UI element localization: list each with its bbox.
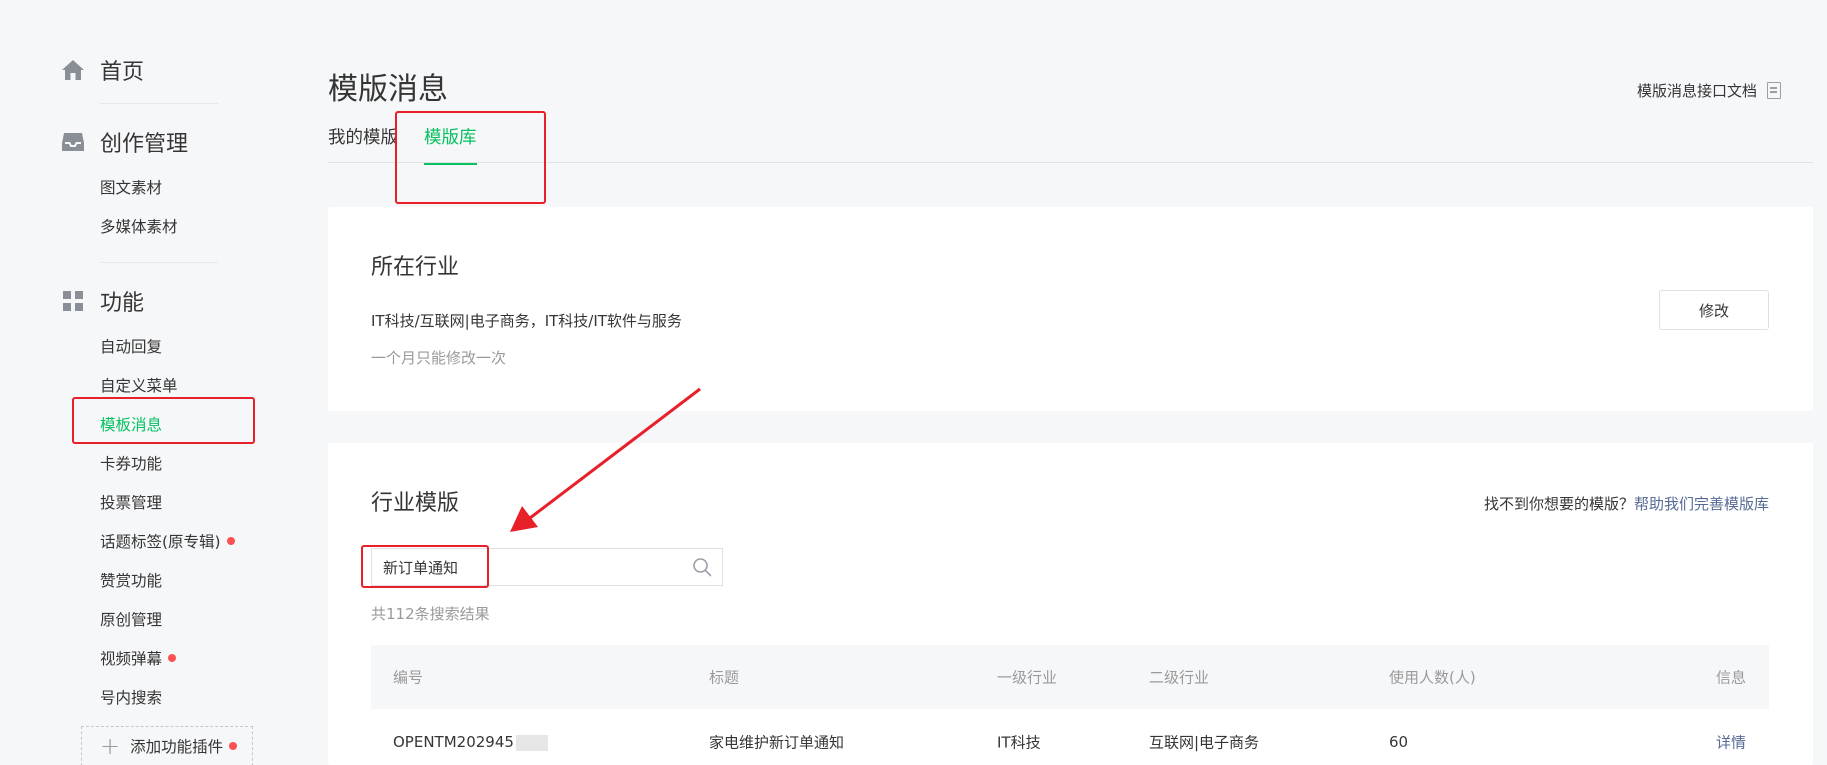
industry-template-title: 行业模版 <box>371 491 460 516</box>
row-industry1: IT科技 <box>997 733 1041 752</box>
table-row: OPENTM202945 家电维护新订单通知 IT科技 互联网|电子商务 60 … <box>371 709 1769 765</box>
sidebar-creation-label: 创作管理 <box>100 132 189 157</box>
sidebar-section-creation[interactable]: 创作管理 <box>60 126 188 158</box>
industry-card-title: 所在行业 <box>371 255 460 280</box>
plus-icon: + <box>100 732 121 760</box>
table-header: 编号 标题 一级行业 二级行业 使用人数(人) 信息 <box>371 645 1769 709</box>
sidebar-divider <box>100 103 218 104</box>
inbox-icon <box>60 129 86 155</box>
row-users: 60 <box>1389 733 1409 751</box>
sidebar-item-graphic-material[interactable]: 图文素材 <box>100 176 162 198</box>
sidebar-item-media-material[interactable]: 多媒体素材 <box>100 215 178 237</box>
sidebar-item-vote[interactable]: 投票管理 <box>100 491 162 513</box>
page-title: 模版消息 <box>328 72 448 107</box>
industry-template-card: 行业模版 找不到你想要的模版？帮助我们完善模版库 新订单通知 共112条搜索结果… <box>328 443 1813 765</box>
new-badge-dot <box>226 537 235 545</box>
new-badge-dot <box>229 742 238 750</box>
sidebar-item-original[interactable]: 原创管理 <box>100 608 162 630</box>
api-doc-link-label: 模版消息接口文档 <box>1636 82 1757 100</box>
sidebar-item-video-danmaku[interactable]: 视频弹幕 <box>100 647 177 669</box>
search-icon[interactable] <box>692 557 712 577</box>
header-title: 标题 <box>709 668 740 687</box>
sidebar-home-label: 首页 <box>100 60 145 85</box>
sidebar-section-features[interactable]: 功能 <box>60 285 144 317</box>
help-text: 找不到你想要的模版？ <box>1483 495 1634 513</box>
tab-divider <box>328 162 1813 163</box>
sidebar-features-label: 功能 <box>100 291 145 316</box>
industry-card: 所在行业 IT科技/互联网|电子商务，IT科技/IT软件与服务 一个月只能修改一… <box>328 207 1813 411</box>
annotation-highlight-search <box>361 545 489 588</box>
api-doc-link[interactable]: 模版消息接口文档 <box>1637 80 1781 101</box>
tab-my-templates[interactable]: 我的模版 <box>328 124 398 149</box>
template-table: 编号 标题 一级行业 二级行业 使用人数(人) 信息 OPENTM202945 … <box>371 645 1769 765</box>
header-info: 信息 <box>1715 668 1746 687</box>
header-industry1: 一级行业 <box>997 668 1058 687</box>
help-improve-link[interactable]: 帮助我们完善模版库 <box>1634 495 1769 513</box>
sidebar-item-in-account-search[interactable]: 号内搜索 <box>100 686 162 708</box>
sidebar-item-card-coupon[interactable]: 卡券功能 <box>100 452 162 474</box>
add-plugin-button[interactable]: + 添加功能插件 <box>81 726 253 765</box>
row-title: 家电维护新订单通知 <box>709 733 845 752</box>
sidebar-item-reward[interactable]: 赞赏功能 <box>100 569 162 591</box>
sidebar-item-custom-menu[interactable]: 自定义菜单 <box>100 374 178 396</box>
modify-industry-button[interactable]: 修改 <box>1659 290 1769 330</box>
row-detail-link[interactable]: 详情 <box>1716 732 1746 753</box>
annotation-highlight-sidebar <box>72 397 255 444</box>
header-users: 使用人数(人) <box>1389 668 1476 687</box>
redacted-mask <box>515 734 548 751</box>
sidebar-item-auto-reply[interactable]: 自动回复 <box>100 335 162 357</box>
sidebar-home[interactable]: 首页 <box>60 54 144 86</box>
sidebar-item-video-danmaku-label: 视频弹幕 <box>100 650 163 668</box>
annotation-highlight-tab <box>395 111 546 204</box>
header-id: 编号 <box>393 668 424 687</box>
sidebar: 首页 创作管理 图文素材 多媒体素材 功能 自动回复 自定义菜单 模板消息 卡券… <box>0 0 300 765</box>
row-id-text: OPENTM202945 <box>393 733 514 751</box>
sidebar-item-topic-tag-label: 话题标签(原专辑) <box>100 533 221 551</box>
document-icon <box>1767 82 1781 99</box>
new-badge-dot <box>168 654 177 662</box>
row-id: OPENTM202945 <box>393 733 548 751</box>
grid-icon <box>60 288 86 314</box>
search-result-count: 共112条搜索结果 <box>371 605 490 623</box>
row-industry2: 互联网|电子商务 <box>1149 733 1260 752</box>
header-industry2: 二级行业 <box>1149 668 1210 687</box>
add-plugin-label: 添加功能插件 <box>130 738 224 756</box>
industry-value: IT科技/互联网|电子商务，IT科技/IT软件与服务 <box>371 312 682 330</box>
home-icon <box>60 57 86 83</box>
industry-note: 一个月只能修改一次 <box>371 349 507 367</box>
sidebar-divider <box>100 262 218 263</box>
help-line: 找不到你想要的模版？帮助我们完善模版库 <box>1484 493 1769 514</box>
sidebar-item-topic-tag[interactable]: 话题标签(原专辑) <box>100 530 235 552</box>
